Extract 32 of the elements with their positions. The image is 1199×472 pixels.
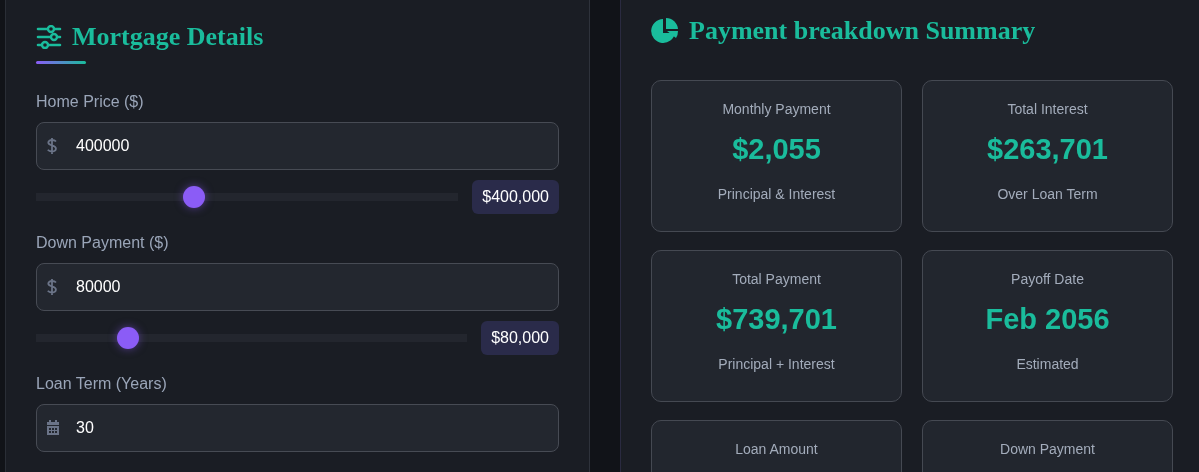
slider-thumb[interactable]: [183, 186, 206, 208]
slider-thumb[interactable]: [116, 327, 139, 349]
card-note: Estimated: [1016, 356, 1079, 372]
section-title: Mortgage Details: [72, 21, 264, 52]
card-note: Principal & Interest: [717, 186, 836, 202]
dollar-icon: [46, 278, 58, 296]
calendar-icon: [46, 420, 60, 436]
card-label: Monthly Payment: [722, 101, 831, 117]
card-label: Payoff Date: [1011, 271, 1084, 287]
section-title: Payment breakdown Summary: [689, 16, 1036, 46]
title-underline: [36, 61, 86, 64]
card-label: Total Interest: [1007, 101, 1088, 117]
card-value: $2,055: [732, 133, 821, 166]
value-badge: $400,000: [472, 180, 559, 214]
input-field[interactable]: 400000: [36, 122, 559, 170]
field-label: Home Price ($): [36, 93, 145, 111]
card-value: Feb 2056: [985, 303, 1110, 336]
card-value: $263,701: [987, 133, 1108, 166]
dollar-icon: [46, 137, 58, 155]
card-value: $739,701: [716, 303, 837, 336]
input-field[interactable]: 30: [36, 404, 559, 452]
sliders-icon: [36, 24, 62, 49]
field-label: Down Payment ($): [36, 234, 170, 252]
card-label: Total Payment: [732, 271, 821, 287]
card-note: Over Loan Term: [997, 186, 1098, 202]
card-note: Principal + Interest: [718, 356, 835, 372]
value-badge: $80,000: [481, 321, 559, 355]
pie-chart-icon: [651, 17, 679, 45]
input-field[interactable]: 80000: [36, 263, 559, 311]
card-label: Down Payment: [1000, 441, 1095, 457]
field-label: Loan Term (Years): [36, 375, 168, 393]
card-label: Loan Amount: [735, 441, 818, 457]
